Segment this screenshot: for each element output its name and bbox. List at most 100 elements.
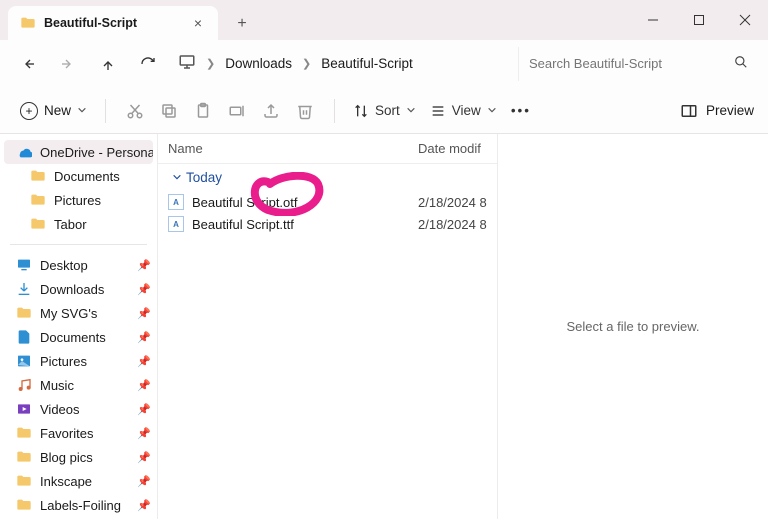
- document-icon: [16, 329, 32, 345]
- close-window-button[interactable]: [722, 0, 768, 40]
- group-today[interactable]: Today: [158, 164, 497, 191]
- active-tab[interactable]: Beautiful-Script ×: [8, 6, 218, 40]
- sidebar-onedrive-documents[interactable]: Documents: [0, 164, 157, 188]
- pin-icon: 📌: [137, 259, 151, 272]
- pin-icon: 📌: [137, 355, 151, 368]
- maximize-button[interactable]: [676, 0, 722, 40]
- file-date: 2/18/2024 8: [418, 195, 487, 210]
- folder-icon: [16, 449, 32, 465]
- file-row[interactable]: A Beautiful Script.ttf 2/18/2024 8: [158, 213, 497, 235]
- font-file-icon: A: [168, 216, 184, 232]
- sidebar-quick-desktop[interactable]: Desktop 📌: [0, 253, 157, 277]
- pin-icon: 📌: [137, 475, 151, 488]
- sidebar-item-label: Desktop: [40, 258, 88, 273]
- more-button[interactable]: •••: [511, 103, 531, 118]
- sidebar-item-label: Videos: [40, 402, 80, 417]
- preview-pane: Select a file to preview.: [498, 134, 768, 519]
- view-button[interactable]: View: [430, 103, 497, 119]
- pin-icon: 📌: [137, 451, 151, 464]
- up-button[interactable]: [90, 46, 126, 82]
- cut-button[interactable]: [118, 94, 152, 128]
- preview-toggle[interactable]: Preview: [680, 102, 754, 120]
- sidebar-quick-music[interactable]: Music 📌: [0, 373, 157, 397]
- sidebar-quick-inkscape[interactable]: Inkscape 📌: [0, 469, 157, 493]
- sidebar-quick-favorites[interactable]: Favorites📌: [0, 421, 157, 445]
- column-headers[interactable]: Name Date modif: [158, 134, 497, 164]
- breadcrumb[interactable]: ❯ Downloads ❯ Beautiful-Script: [178, 53, 514, 74]
- pictures-icon: [16, 353, 32, 369]
- sidebar-quick-pictures[interactable]: Pictures 📌: [0, 349, 157, 373]
- sidebar-item-label: Tabor: [54, 217, 87, 232]
- new-label: New: [44, 103, 71, 118]
- tab-title: Beautiful-Script: [44, 16, 137, 30]
- pin-icon: 📌: [137, 403, 151, 416]
- new-tab-button[interactable]: +: [226, 8, 258, 40]
- sidebar-item-label: Pictures: [54, 193, 101, 208]
- search-input[interactable]: [529, 56, 709, 71]
- desktop-icon: [16, 257, 32, 273]
- video-icon: [16, 401, 32, 417]
- sidebar-onedrive-pictures[interactable]: Pictures: [0, 188, 157, 212]
- sidebar-onedrive[interactable]: OneDrive - Persona: [4, 140, 153, 164]
- plus-icon: +: [20, 102, 38, 120]
- share-button[interactable]: [254, 94, 288, 128]
- sidebar-divider: [10, 244, 147, 245]
- view-label: View: [452, 103, 481, 118]
- folder-icon: [16, 425, 32, 441]
- pin-icon: 📌: [137, 427, 151, 440]
- crumb-downloads[interactable]: Downloads: [225, 56, 292, 71]
- font-file-icon: A: [168, 194, 184, 210]
- monitor-icon: [178, 53, 196, 74]
- folder-icon: [16, 473, 32, 489]
- sort-label: Sort: [375, 103, 400, 118]
- sidebar-item-label: Inkscape: [40, 474, 92, 489]
- chevron-down-icon: [172, 170, 182, 185]
- pin-icon: 📌: [137, 379, 151, 392]
- column-date[interactable]: Date modif: [418, 141, 487, 156]
- chevron-right-icon: ❯: [302, 57, 311, 70]
- sidebar-quick-videos[interactable]: Videos 📌: [0, 397, 157, 421]
- file-row[interactable]: ABeautiful Script.otf2/18/2024 8: [158, 191, 497, 213]
- new-button[interactable]: + New: [14, 98, 93, 124]
- file-name: Beautiful Script.ttf: [192, 217, 294, 232]
- group-label: Today: [186, 170, 222, 185]
- preview-empty-text: Select a file to preview.: [567, 319, 700, 334]
- sidebar-quick-labels-foiling[interactable]: Labels-Foiling 📌: [0, 493, 157, 517]
- music-icon: [16, 377, 32, 393]
- folder-icon: [16, 305, 32, 321]
- search-box[interactable]: [518, 47, 758, 81]
- sidebar-quick-blog-pics[interactable]: Blog pics 📌: [0, 445, 157, 469]
- rename-button[interactable]: [220, 94, 254, 128]
- folder-icon: [16, 497, 32, 513]
- sidebar-item-label: Pictures: [40, 354, 87, 369]
- toolbar-divider: [334, 99, 335, 123]
- sidebar-item-label: OneDrive - Persona: [40, 145, 153, 160]
- crumb-current[interactable]: Beautiful-Script: [321, 56, 413, 71]
- sidebar-quick-documents[interactable]: Documents📌: [0, 325, 157, 349]
- column-name[interactable]: Name: [168, 141, 418, 156]
- pin-icon: 📌: [137, 499, 151, 512]
- sidebar-quick-my-svg-s[interactable]: My SVG's 📌: [0, 301, 157, 325]
- sidebar-onedrive-tabor[interactable]: Tabor: [0, 212, 157, 236]
- chevron-down-icon: [77, 103, 87, 118]
- minimize-button[interactable]: [630, 0, 676, 40]
- forward-button[interactable]: [50, 46, 86, 82]
- sort-button[interactable]: Sort: [353, 103, 416, 119]
- sidebar-item-label: Labels-Foiling: [40, 498, 121, 513]
- back-button[interactable]: [10, 46, 46, 82]
- delete-button[interactable]: [288, 94, 322, 128]
- file-list-pane: Name Date modif Today ABeautiful Script.…: [158, 134, 498, 519]
- paste-button[interactable]: [186, 94, 220, 128]
- chevron-right-icon: ❯: [206, 57, 215, 70]
- sidebar-item-label: Documents: [40, 330, 106, 345]
- title-bar: Beautiful-Script × +: [0, 0, 768, 40]
- sidebar-item-label: My SVG's: [40, 306, 97, 321]
- file-date: 2/18/2024 8: [418, 217, 487, 232]
- refresh-button[interactable]: [130, 46, 166, 82]
- sidebar-quick-downloads[interactable]: Downloads📌: [0, 277, 157, 301]
- copy-button[interactable]: [152, 94, 186, 128]
- sidebar-item-label: Blog pics: [40, 450, 93, 465]
- close-tab-button[interactable]: ×: [190, 15, 206, 31]
- pin-icon: 📌: [137, 307, 151, 320]
- sidebar-item-label: Music: [40, 378, 74, 393]
